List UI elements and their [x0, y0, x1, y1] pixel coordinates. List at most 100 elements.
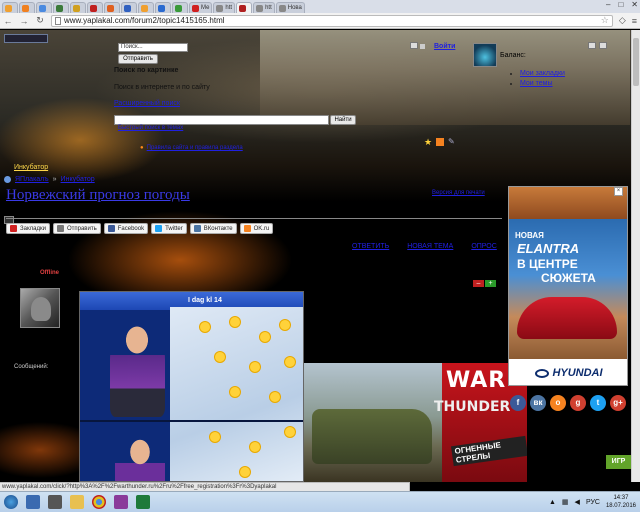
breadcrumb-section[interactable]: Инкубатор — [61, 176, 95, 183]
browser-tab[interactable] — [138, 2, 154, 13]
browser-tab[interactable]: htt — [213, 2, 236, 13]
breadcrumb-root[interactable]: ЯПлакалъ — [15, 176, 49, 183]
quick-search-link[interactable]: Быстрый поиск в темах — [118, 125, 183, 131]
tab-favicon-icon — [107, 4, 114, 12]
post-rating: – + — [473, 280, 496, 287]
pen-icon[interactable]: ✎ — [448, 138, 456, 146]
rate-plus-button[interactable]: + — [485, 280, 496, 287]
my-topics-link[interactable]: Мои темы — [520, 80, 553, 87]
volume-icon[interactable]: ◀ — [575, 498, 580, 506]
share-buttons: Закладки Отправить Facebook Twitter ВКонтакт… — [6, 223, 274, 234]
search-submit-button[interactable]: Отправить — [118, 54, 158, 64]
my-bookmarks-link[interactable]: Мои закладки — [520, 70, 565, 77]
clock[interactable]: 14:37 18.07.2016 — [606, 494, 636, 510]
browser-tab[interactable]: Ме — [189, 2, 213, 13]
sun-icon — [250, 362, 260, 372]
maximize-icon[interactable]: □ — [618, 0, 623, 9]
rules-link[interactable]: ● Правила сайта и правила раздела — [140, 145, 243, 151]
tab-favicon-icon — [278, 4, 286, 12]
search-input[interactable]: Поиск... — [118, 43, 188, 52]
forum-nav-current[interactable]: Инкубатор — [14, 164, 48, 171]
browser-tab[interactable] — [53, 2, 69, 13]
tray-arrow-icon[interactable]: ▲ — [549, 499, 556, 506]
share-button[interactable]: Twitter — [151, 223, 187, 234]
browser-tab[interactable] — [19, 2, 35, 13]
reply-link[interactable]: ОТВЕТИТЬ — [352, 243, 389, 250]
logout-icon[interactable] — [599, 42, 607, 49]
close-icon[interactable]: ✕ — [631, 0, 638, 9]
status-bar-url: www.yaplakal.com/click/?http%3A%2F%2Fwar… — [0, 482, 410, 491]
topic-title[interactable]: Норвежский прогноз погоды — [6, 187, 190, 204]
share-icon — [243, 225, 251, 232]
star-icon[interactable]: ★ — [424, 138, 432, 147]
sun-icon — [215, 352, 225, 362]
social-icon[interactable]: g — [570, 395, 586, 411]
user-avatar[interactable] — [473, 43, 497, 67]
menu-icon[interactable]: ≡ — [632, 16, 637, 26]
page-scrollbar[interactable] — [631, 30, 640, 482]
reload-icon[interactable]: ↻ — [35, 15, 45, 26]
hyundai-ad[interactable]: НОВАЯ ELANTRA В ЦЕНТРЕ СЮЖЕТА HYUNDAI — [508, 186, 628, 386]
social-icon[interactable]: вк — [530, 395, 546, 411]
ad-close-icon[interactable]: × — [614, 187, 623, 196]
find-button[interactable]: Найти — [330, 115, 356, 125]
extended-search-link[interactable]: Расширенный поиск — [114, 100, 180, 107]
topic-actions: ОТВЕТИТЬ НОВАЯ ТЕМА ОПРОС — [352, 243, 497, 250]
browser-tab[interactable] — [70, 2, 86, 13]
site-search-text: Поиск в интернете и по сайту — [114, 84, 210, 91]
print-version-link[interactable]: Версия для печати — [432, 190, 485, 196]
browser-tab[interactable] — [121, 2, 137, 13]
browser-tab[interactable] — [236, 2, 253, 13]
url-text: www.yaplakal.com/forum2/topic1415165.htm… — [64, 16, 225, 25]
share-button[interactable]: OK.ru — [239, 223, 274, 234]
social-icon[interactable]: о — [550, 395, 566, 411]
language-indicator[interactable]: РУС — [586, 499, 600, 506]
tab-favicon-icon — [124, 4, 131, 12]
rss-icon[interactable] — [436, 138, 444, 146]
share-icon — [10, 225, 17, 232]
share-button[interactable]: ВКонтакте — [189, 223, 237, 234]
breadcrumb: ЯПлакалъ » Инкубатор — [4, 176, 95, 183]
share-button[interactable]: Отправить — [52, 223, 101, 234]
browser-tab[interactable]: Нова — [275, 2, 305, 13]
site-search-input[interactable] — [114, 115, 329, 125]
browser-tab[interactable] — [172, 2, 188, 13]
browser-tab[interactable] — [104, 2, 120, 13]
new-topic-link[interactable]: НОВАЯ ТЕМА — [407, 243, 453, 250]
browser-tab[interactable] — [2, 2, 18, 13]
browser-tab[interactable] — [155, 2, 171, 13]
login-link[interactable]: Войти — [434, 43, 455, 50]
back-icon[interactable]: ← — [3, 16, 13, 26]
share-button[interactable]: Закладки — [6, 223, 50, 234]
folder-icon[interactable] — [70, 495, 84, 509]
bookmark-star-icon[interactable]: ☆ — [601, 15, 609, 26]
site-logo[interactable] — [4, 34, 48, 43]
scrollbar-thumb[interactable] — [633, 38, 639, 86]
social-icon[interactable]: t — [590, 395, 606, 411]
calculator-icon[interactable] — [48, 495, 62, 509]
minimize-icon[interactable]: – — [606, 0, 610, 9]
social-icon[interactable]: f — [510, 395, 526, 411]
browser-tab[interactable] — [36, 2, 52, 13]
war-thunder-ad[interactable]: WAR THUNDER ОГНЕННЫЕ СТРЕЛЫ — [304, 363, 527, 482]
settings-icon[interactable] — [588, 42, 596, 49]
url-input[interactable]: www.yaplakal.com/forum2/topic1415165.htm… — [51, 14, 613, 27]
mail-icon[interactable] — [410, 42, 418, 49]
play-button[interactable]: ИГР — [606, 455, 631, 469]
start-icon[interactable] — [4, 495, 18, 509]
network-icon[interactable]: ▦ — [562, 498, 569, 506]
forward-icon[interactable]: → — [19, 16, 29, 26]
social-buttons: f вк о g t g+ — [510, 395, 626, 411]
social-icon[interactable]: g+ — [610, 395, 626, 411]
chrome-icon[interactable] — [92, 495, 106, 509]
excel-icon[interactable] — [136, 495, 150, 509]
browser-tab[interactable] — [87, 2, 103, 13]
rate-minus-button[interactable]: – — [473, 280, 484, 287]
winrar-icon[interactable] — [114, 495, 128, 509]
extension-icon[interactable]: ◇ — [619, 15, 626, 26]
share-button[interactable]: Facebook — [103, 223, 149, 234]
browser-tab[interactable]: htt — [253, 2, 275, 13]
notification-icon[interactable] — [420, 44, 425, 49]
media-player-icon[interactable] — [26, 495, 40, 509]
poll-link[interactable]: ОПРОС — [471, 243, 497, 250]
